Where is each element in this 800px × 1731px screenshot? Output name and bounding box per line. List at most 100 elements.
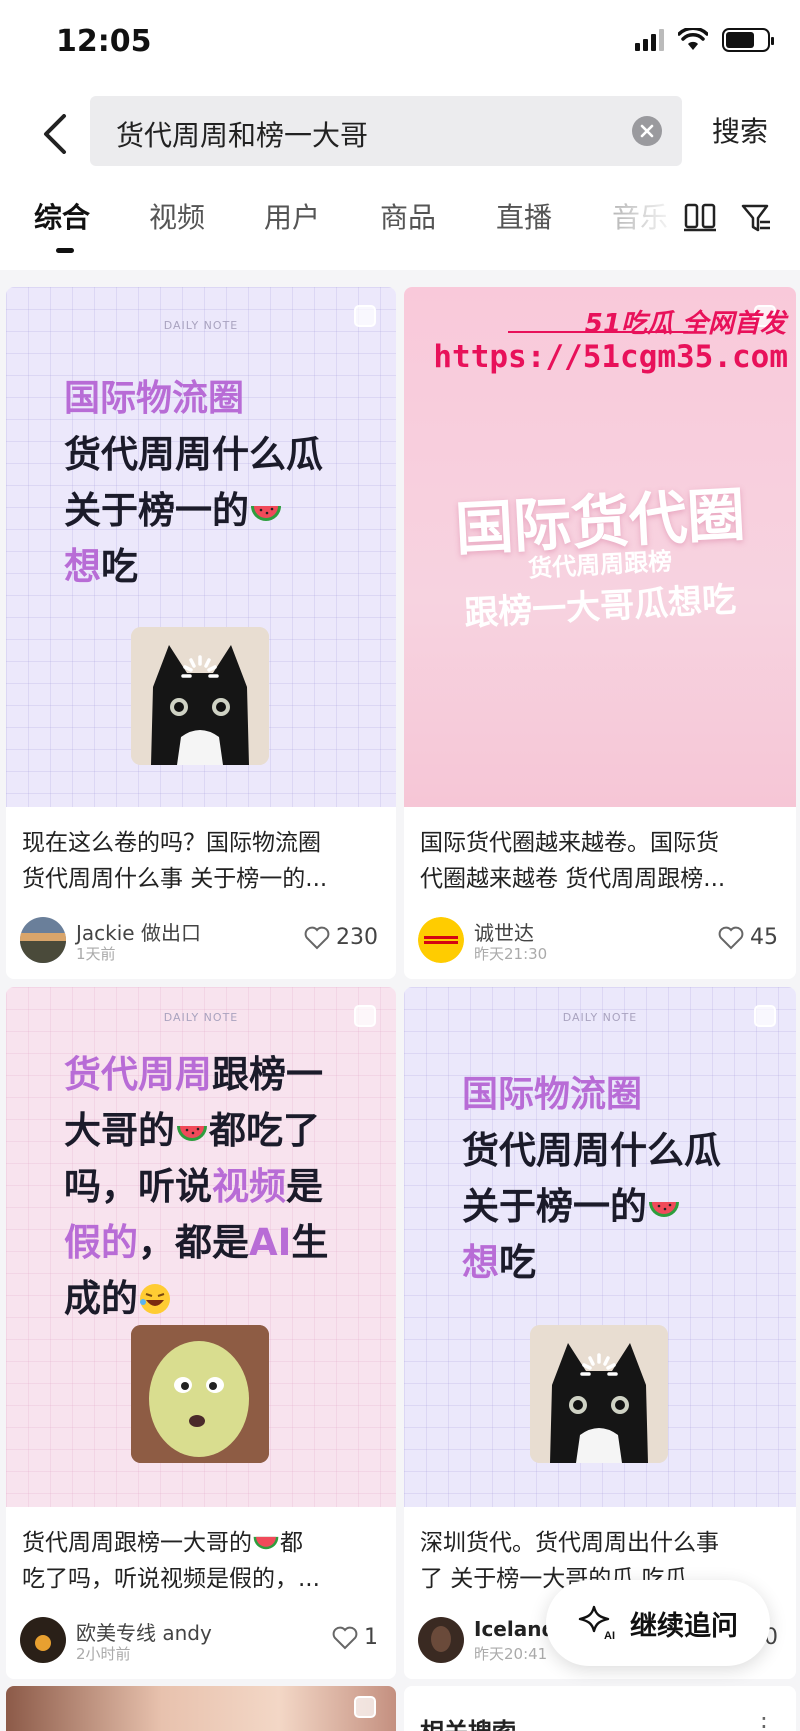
cover-line: 货代周周跟榜一 [64, 1053, 323, 1096]
continue-ask-label: 继续追问 [630, 1610, 738, 1642]
related-search-title: 相关搜索 [420, 1712, 516, 1731]
status-icons [635, 28, 774, 52]
watermark-brand: 51吃瓜 全网首发 [584, 309, 786, 339]
author-name: Jackie 做出口 [76, 921, 201, 945]
like-count: 1 [364, 1625, 378, 1650]
author-name: Iceland [474, 1617, 556, 1641]
tab-live[interactable]: 直播 [496, 196, 552, 236]
avatar[interactable] [418, 917, 464, 963]
heart-icon [332, 1626, 358, 1649]
cover-text: 货代周周跟榜一 大哥的 都吃了 吗，听说视频是 假的，都是AI生 成的 [64, 1047, 328, 1327]
post-time: 1天前 [76, 945, 116, 963]
author-name: 诚世达 [474, 921, 534, 945]
continue-ask-button[interactable]: AI 继续追问 [546, 1580, 770, 1666]
battery-icon [722, 28, 774, 52]
author-row[interactable]: 欧美专线 andy 2小时前 1 [20, 1617, 382, 1667]
post-card[interactable]: 51吃瓜 全网首发 https://51cgm35.com 国际货代圈 货代周周… [404, 287, 796, 979]
avatar[interactable] [20, 917, 66, 963]
post-time: 昨天20:41 [474, 1645, 548, 1663]
dark-avatar-icon [418, 1617, 464, 1663]
heart-icon [718, 926, 744, 949]
cat-image [131, 627, 269, 765]
author-row[interactable]: 诚世达 昨天21:30 45 [418, 917, 782, 967]
cover-line: 国际物流圈 [64, 378, 245, 419]
post-time: 昨天21:30 [474, 945, 548, 963]
tab-products[interactable]: 商品 [380, 196, 436, 236]
sunset-avatar-icon [20, 1617, 66, 1663]
tabs-fade [600, 180, 680, 270]
landscape-avatar-icon [20, 917, 66, 963]
related-search-card[interactable]: 相关搜索 ⋮ [404, 1686, 796, 1731]
clear-search-button[interactable] [632, 116, 662, 146]
cellular-signal-icon [635, 29, 664, 51]
cover-line: 想吃 [64, 545, 138, 588]
search-query: 货代周周和榜一大哥 [116, 119, 369, 152]
ai-sparkle-icon: AI [578, 1605, 615, 1642]
avatar[interactable] [20, 1617, 66, 1663]
avatar[interactable] [418, 1617, 464, 1663]
like-button[interactable]: 230 [304, 925, 378, 950]
search-submit-button[interactable]: 搜索 [712, 110, 768, 150]
post-time: 2小时前 [76, 1645, 131, 1663]
post-title: 现在这么卷的吗？国际物流圈 货代周周什么事 关于榜一的... [22, 825, 382, 897]
cat-photo-icon [530, 1325, 668, 1463]
select-checkbox[interactable] [354, 305, 376, 327]
post-title: 货代周周跟榜一大哥的都 吃了吗，听说视频是假的，... [22, 1525, 382, 1597]
post-card[interactable]: DAILY NOTE 国际物流圈 货代周周什么瓜 关于榜一的 想吃 [6, 287, 396, 979]
like-button[interactable]: 1 [332, 1625, 378, 1650]
meme-image [131, 1325, 269, 1463]
post-cover [6, 1686, 396, 1731]
watermelon-icon [649, 1202, 679, 1217]
daily-note-badge: DAILY NOTE [163, 1011, 239, 1024]
filter-icon[interactable] [740, 202, 772, 234]
tab-users[interactable]: 用户 [264, 196, 320, 236]
like-count: 230 [336, 925, 378, 950]
ai-badge: AI [604, 1630, 615, 1642]
cat-image [530, 1325, 668, 1463]
like-button[interactable]: 45 [718, 925, 778, 950]
laughing-face-icon [140, 1284, 170, 1314]
tab-video[interactable]: 视频 [149, 196, 205, 236]
post-card[interactable]: DAILY NOTE 国际物流圈 货代周周什么瓜 关于榜一的 想吃 [404, 987, 796, 1679]
post-cover: DAILY NOTE 国际物流圈 货代周周什么瓜 关于榜一的 想吃 [6, 287, 396, 807]
search-input[interactable]: 货代周周和榜一大哥 [90, 96, 682, 166]
post-card[interactable] [6, 1686, 396, 1731]
cover-line: 大哥的 都吃了 [64, 1109, 320, 1152]
cover-line: 成的 [64, 1271, 328, 1327]
daily-note-badge: DAILY NOTE [163, 319, 239, 332]
post-cover: 51吃瓜 全网首发 https://51cgm35.com 国际货代圈 货代周周… [404, 287, 796, 807]
post-card[interactable]: DAILY NOTE 货代周周跟榜一 大哥的 都吃了 吗，听说视频是 假的，都是A… [6, 987, 396, 1679]
cover-line: 关于榜一的 [64, 483, 323, 539]
tab-all[interactable]: 综合 [34, 196, 90, 236]
clock: 12:05 [56, 24, 152, 59]
cat-photo-icon [131, 627, 269, 765]
layout-toggle-icon[interactable] [684, 202, 716, 232]
select-checkbox[interactable] [354, 1005, 376, 1027]
watermelon-icon [251, 506, 281, 521]
watermelon-icon [177, 1126, 207, 1141]
search-header: 货代周周和榜一大哥 搜索 [0, 88, 800, 180]
cover-text: 国际物流圈 货代周周什么瓜 关于榜一的 想吃 [64, 371, 323, 595]
select-checkbox[interactable] [354, 1696, 376, 1718]
post-cover: DAILY NOTE 货代周周跟榜一 大哥的 都吃了 吗，听说视频是 假的，都是A… [6, 987, 396, 1507]
daily-note-badge: DAILY NOTE [562, 1011, 638, 1024]
author-name: 欧美专线 andy [76, 1621, 212, 1645]
cover-line: 关于榜一的 [462, 1179, 721, 1235]
status-bar: 12:05 [0, 0, 800, 88]
back-button[interactable] [30, 106, 80, 162]
active-tab-indicator [56, 248, 74, 253]
more-options-icon[interactable]: ⋮ [752, 1712, 776, 1731]
close-icon [640, 124, 654, 138]
watermelon-icon [253, 1536, 279, 1550]
select-checkbox[interactable] [754, 1005, 776, 1027]
watermark-url: https://51cgm35.com [433, 339, 788, 375]
cover-line: 货代周周什么瓜 [64, 433, 323, 476]
like-count: 45 [750, 925, 778, 950]
cover-line: 国际物流圈 [462, 1074, 643, 1115]
title-line: 现在这么卷的吗？国际物流圈 [22, 830, 321, 856]
post-title: 国际货代圈越来越卷。国际货 代圈越来越卷 货代周周跟榜... [420, 825, 782, 897]
chevron-left-icon [44, 114, 66, 154]
author-row[interactable]: Jackie 做出口 1天前 230 [20, 917, 382, 967]
title-line: 吃了吗，听说视频是假的，... [22, 1566, 320, 1592]
dhl-logo-icon [418, 917, 464, 963]
